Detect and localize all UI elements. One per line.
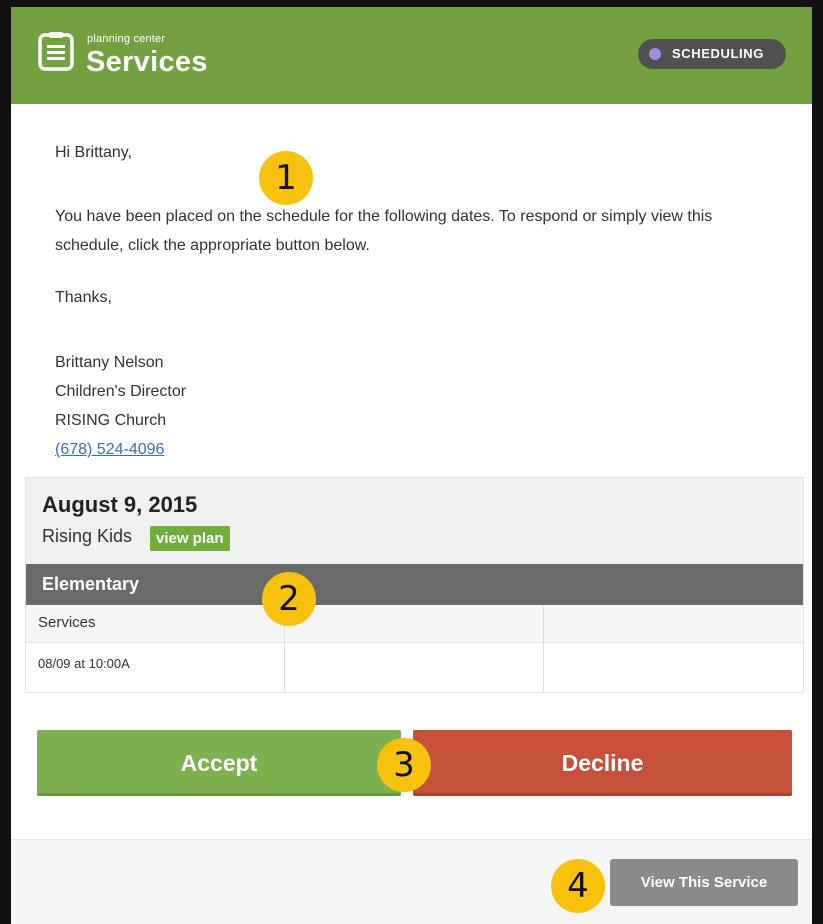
callout-marker: 1: [259, 151, 313, 205]
callout-marker: 3: [377, 738, 431, 792]
schedule-table: Services 08/09 at 10:00A: [26, 605, 803, 692]
table-cell: [285, 642, 544, 692]
decline-button[interactable]: Decline: [413, 730, 792, 796]
signature: Brittany Nelson Children's Director RISI…: [55, 348, 186, 464]
table-header-cell: [544, 605, 803, 642]
table-header-cell: Services: [26, 605, 285, 642]
view-this-service-button[interactable]: View This Service: [610, 859, 798, 906]
team-header: Elementary: [26, 564, 803, 605]
logo-title: Services: [86, 46, 208, 78]
greeting: Hi Brittany,: [55, 144, 133, 161]
email-footer: View This Service: [11, 839, 812, 924]
signature-phone-link[interactable]: (678) 524-4096: [55, 441, 164, 458]
status-dot-icon: [649, 48, 661, 60]
closing: Thanks,: [55, 289, 112, 306]
event-date: August 9, 2015: [42, 492, 198, 517]
signature-title: Children's Director: [55, 383, 187, 400]
service-type-name: Rising Kids: [42, 526, 133, 546]
message-body: You have been placed on the schedule for…: [55, 208, 713, 254]
email-frame: planning center Services SCHEDULING Hi B…: [0, 0, 823, 924]
view-plan-button[interactable]: view plan: [150, 526, 230, 551]
scheduling-badge-label: SCHEDULING: [672, 46, 764, 61]
table-cell: [544, 642, 803, 692]
callout-marker: 4: [551, 859, 605, 913]
table-header-cell: [285, 605, 544, 642]
callout-marker: 2: [262, 572, 316, 626]
app-header: planning center Services SCHEDULING: [11, 7, 812, 104]
table-cell: 08/09 at 10:00A: [26, 642, 285, 692]
scheduling-badge: SCHEDULING: [638, 39, 786, 69]
planning-center-logo-icon: [38, 32, 74, 71]
schedule-card: August 9, 2015 Rising Kids view plan Ele…: [25, 477, 804, 693]
accept-button[interactable]: Accept: [37, 730, 401, 796]
logo-subtitle: planning center: [87, 33, 166, 45]
signature-name: Brittany Nelson: [55, 354, 164, 371]
signature-org: RISING Church: [55, 412, 167, 429]
